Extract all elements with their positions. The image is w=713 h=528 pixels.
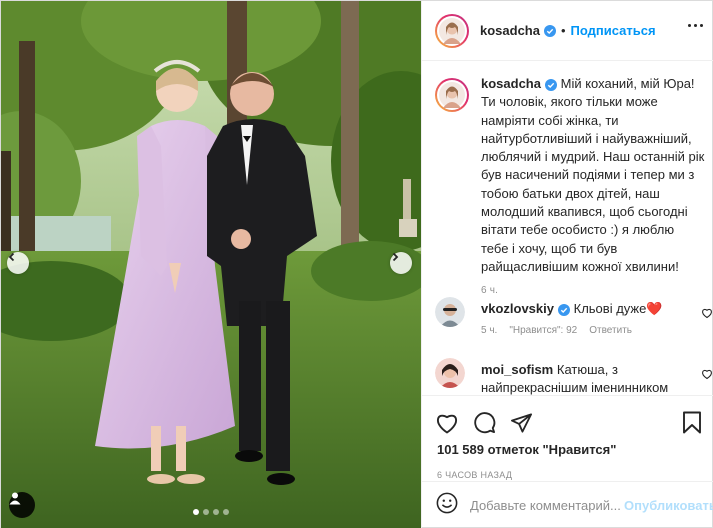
photo-illustration <box>1 1 421 528</box>
comment-like-heart-icon[interactable] <box>701 307 713 319</box>
bookmark-icon <box>683 411 701 434</box>
next-slide-button[interactable] <box>390 252 412 274</box>
carousel-dot <box>193 509 199 515</box>
likes-count[interactable]: 101 589 отметок "Нравится" <box>422 442 713 457</box>
follow-button[interactable]: Подписаться <box>571 23 656 38</box>
reply-button[interactable]: Ответить <box>589 325 632 336</box>
caption-body: kosadcha Мій коханий, мій Юра! Ти чолові… <box>481 75 705 276</box>
avatar-image <box>439 82 465 108</box>
carousel-dot <box>223 509 229 515</box>
comment-button[interactable] <box>473 411 496 434</box>
action-section: 101 589 отметок "Нравится" 6 ЧАСОВ НАЗАД <box>422 395 713 480</box>
comment-text: Кльові дуже <box>573 301 647 316</box>
comment-likes-count[interactable]: "Нравится": 92 <box>509 325 577 336</box>
header-separator: • <box>560 23 566 38</box>
post-timestamp[interactable]: 6 ЧАСОВ НАЗАД <box>422 470 713 480</box>
comment-username[interactable]: vkozlovskiy <box>481 301 554 316</box>
carousel-dot <box>203 509 209 515</box>
author-avatar[interactable] <box>435 13 469 48</box>
chevron-left-icon <box>8 252 15 262</box>
caption-username[interactable]: kosadcha <box>481 76 541 91</box>
more-options-icon[interactable] <box>688 24 703 27</box>
author-username[interactable]: kosadcha <box>480 23 540 38</box>
caption-text: Мій коханий, мій Юра! Ти чоловік, якого … <box>481 76 705 274</box>
comment-body: moi_sofism Катюша, з найпрекраснішим іме… <box>481 358 705 397</box>
save-button[interactable] <box>682 411 702 434</box>
commenter-avatar[interactable] <box>435 297 465 327</box>
smiley-icon <box>436 492 458 514</box>
verified-badge-icon <box>558 303 570 316</box>
comment-body: vkozlovskiy Кльові дуже❤️ <box>481 297 705 318</box>
comment-icon <box>474 412 496 434</box>
tagged-users-button[interactable] <box>9 492 35 518</box>
comment-username[interactable]: moi_sofism <box>481 362 553 377</box>
paper-plane-icon <box>511 412 532 433</box>
emoji-picker-button[interactable] <box>436 492 458 519</box>
commenter-avatar[interactable] <box>435 358 465 388</box>
post-photo[interactable] <box>1 1 421 528</box>
comment-item: moi_sofism Катюша, з найпрекраснішим іме… <box>435 358 712 397</box>
avatar-image <box>435 297 465 327</box>
comment-input[interactable] <box>470 498 620 513</box>
avatar-image <box>435 358 465 388</box>
caption-time[interactable]: 6 ч. <box>481 285 705 296</box>
comment-like-heart-icon[interactable] <box>701 368 713 380</box>
carousel-dot <box>213 509 219 515</box>
post-modal: kosadcha • Подписаться kosadcha Мій коха… <box>0 0 713 528</box>
red-heart-emoji: ❤️ <box>646 301 663 316</box>
comment-composer: Опубликовать <box>422 481 713 528</box>
verified-badge-icon <box>543 24 556 37</box>
action-bar <box>422 396 713 440</box>
verified-badge-icon <box>544 78 557 91</box>
heart-icon <box>437 414 457 433</box>
user-tag-icon <box>9 492 21 505</box>
chevron-right-icon <box>392 252 399 262</box>
previous-slide-button[interactable] <box>7 252 29 274</box>
like-button[interactable] <box>435 412 459 434</box>
publish-button[interactable]: Опубликовать <box>624 498 713 513</box>
post-side-panel: kosadcha • Подписаться kosadcha Мій коха… <box>421 1 713 528</box>
carousel-indicator <box>1 509 421 515</box>
post-caption: kosadcha Мій коханий, мій Юра! Ти чолові… <box>435 75 705 296</box>
share-button[interactable] <box>510 412 533 434</box>
post-header: kosadcha • Подписаться <box>422 1 713 61</box>
comment-meta: 5 ч. "Нравится": 92 Ответить <box>481 325 705 336</box>
comment-time[interactable]: 5 ч. <box>481 325 497 336</box>
avatar-image <box>439 17 465 44</box>
comment-item: vkozlovskiy Кльові дуже❤️ 5 ч. "Нравится… <box>435 297 712 336</box>
caption-avatar[interactable] <box>435 78 469 112</box>
